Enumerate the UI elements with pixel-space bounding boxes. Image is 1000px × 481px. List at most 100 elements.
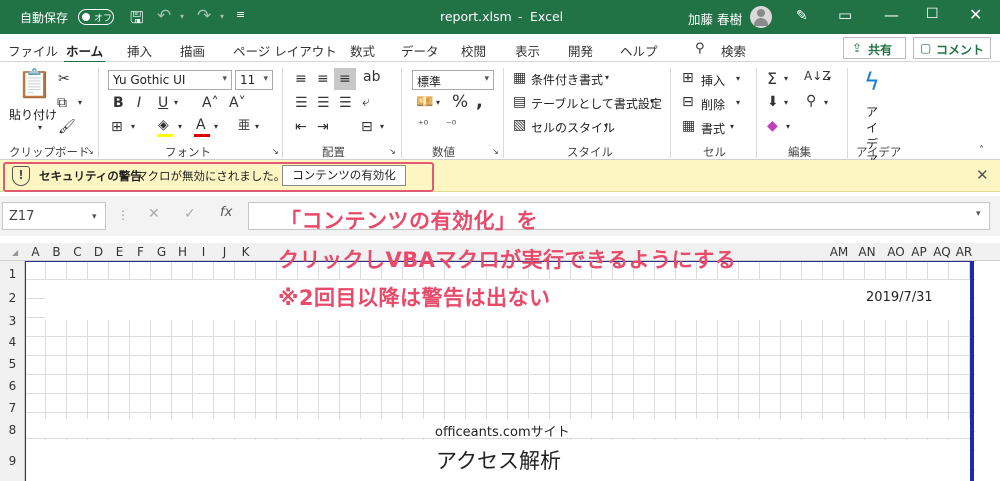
conditional-format-label[interactable]: 条件付き書式 (531, 71, 603, 88)
merge-dropdown-icon[interactable]: ▾ (380, 123, 384, 131)
row-header[interactable]: 9 (0, 454, 25, 468)
paste-dropdown-icon[interactable]: ▾ (38, 124, 42, 132)
merged-cell-row9[interactable]: アクセス解析 (26, 440, 970, 481)
autosave-toggle[interactable]: オフ (78, 9, 114, 25)
cancel-icon[interactable]: ✕ (148, 206, 160, 222)
row-header[interactable]: 2 (0, 291, 25, 305)
column-header[interactable]: AM (826, 245, 852, 259)
autosum-icon[interactable]: Σ (767, 71, 777, 87)
delete-cells-icon[interactable]: ⊟ (682, 95, 694, 109)
tab-review[interactable]: 校閲 (461, 41, 486, 60)
column-header[interactable]: A (25, 245, 46, 259)
conditional-dropdown-icon[interactable]: ▾ (605, 74, 609, 82)
align-bottom-button[interactable]: ≡ (334, 68, 356, 90)
font-name-combo[interactable]: Yu Gothic UI ▾ (108, 70, 232, 90)
clear-icon[interactable]: ◆ (767, 119, 778, 133)
column-header[interactable]: I (193, 245, 214, 259)
fill-color-icon[interactable]: ◈ (158, 118, 169, 132)
align-right-icon[interactable]: ☰ (339, 96, 352, 110)
column-header[interactable]: K (235, 245, 256, 259)
decrease-decimal-icon[interactable]: ⁻⁰ (446, 119, 456, 130)
tab-page-layout[interactable]: ページ レイアウト (233, 41, 337, 60)
italic-icon[interactable]: I (137, 96, 141, 110)
delete-cells-label[interactable]: 削除 (701, 96, 725, 113)
paste-icon[interactable]: 📋 (17, 70, 52, 98)
column-header[interactable]: AP (907, 245, 931, 259)
percent-icon[interactable]: % (452, 94, 468, 111)
increase-decimal-icon[interactable]: ⁺⁰ (418, 119, 428, 130)
maximize-icon[interactable]: ☐ (926, 6, 939, 22)
autosum-dropdown-icon[interactable]: ▾ (784, 75, 788, 83)
fill-dropdown-icon[interactable]: ▾ (784, 99, 788, 107)
undo-dropdown-icon[interactable]: ▾ (180, 12, 184, 21)
avatar[interactable] (750, 6, 772, 28)
orientation-icon[interactable]: ab (363, 70, 380, 84)
row-header[interactable]: 3 (0, 314, 25, 328)
select-all-icon[interactable]: ◢ (12, 248, 18, 257)
border-icon[interactable]: ⊞ (111, 120, 123, 134)
clear-dropdown-icon[interactable]: ▾ (786, 123, 790, 131)
currency-icon[interactable]: 💴 (416, 95, 433, 109)
increase-indent-icon[interactable]: ⇥ (317, 120, 329, 134)
decrease-font-icon[interactable]: A˅ (229, 96, 246, 110)
insert-dropdown-icon[interactable]: ▾ (736, 75, 740, 83)
tab-formulas[interactable]: 数式 (350, 41, 375, 60)
merged-cell-row8[interactable]: officeants.comサイト (26, 419, 970, 440)
comma-style-icon[interactable]: , (476, 93, 483, 111)
row-header[interactable]: 6 (0, 379, 25, 393)
tab-help[interactable]: ヘルプ (620, 41, 658, 60)
row-header[interactable]: 7 (0, 401, 25, 415)
format-as-table-icon[interactable]: ▤ (513, 95, 526, 109)
copy-dropdown-icon[interactable]: ▾ (78, 99, 82, 107)
align-top-icon[interactable]: ≡ (295, 72, 307, 86)
find-dropdown-icon[interactable]: ▾ (824, 99, 828, 107)
format-as-table-label[interactable]: テーブルとして書式設定 (531, 95, 662, 112)
font-launcher-icon[interactable]: ↘ (272, 148, 279, 156)
paste-label[interactable]: 貼り付け (9, 106, 57, 123)
border-dropdown-icon[interactable]: ▾ (131, 123, 135, 131)
insert-cells-icon[interactable]: ⊞ (682, 71, 694, 85)
find-select-icon[interactable]: ⚲ (806, 94, 816, 108)
customize-qat-icon[interactable]: ≡ (236, 8, 245, 21)
number-launcher-icon[interactable]: ↘ (492, 148, 499, 156)
column-header[interactable]: J (214, 245, 235, 259)
close-warning-icon[interactable]: ✕ (976, 166, 989, 184)
column-header[interactable]: H (172, 245, 193, 259)
align-center-icon[interactable]: ☰ (317, 96, 330, 110)
column-header[interactable]: B (46, 245, 67, 259)
close-window-icon[interactable]: ✕ (969, 5, 982, 24)
format-cells-label[interactable]: 書式 (701, 120, 725, 137)
phonetic-icon[interactable]: 亜 (238, 119, 250, 131)
ideas-lightning-icon[interactable]: ϟ (864, 70, 880, 94)
currency-dropdown-icon[interactable]: ▾ (436, 99, 440, 107)
column-header[interactable]: D (88, 245, 109, 259)
clipboard-launcher-icon[interactable]: ↘ (87, 148, 94, 156)
increase-font-icon[interactable]: A˄ (202, 96, 219, 110)
minimize-icon[interactable]: — (884, 6, 899, 24)
wrap-text-icon[interactable]: ⤶ (362, 95, 370, 109)
enable-content-button[interactable]: コンテンツの有効化 (282, 165, 406, 186)
row-header[interactable]: 4 (0, 335, 25, 349)
phonetic-dropdown-icon[interactable]: ▾ (255, 123, 259, 131)
conditional-format-icon[interactable]: ▦ (513, 71, 526, 85)
sort-dropdown-icon[interactable]: ▾ (827, 75, 831, 83)
pen-icon[interactable]: ✎ (796, 8, 808, 24)
collapse-ribbon-icon[interactable]: ˄ (979, 146, 984, 156)
fill-icon[interactable]: ⬇ (767, 95, 779, 109)
align-middle-icon[interactable]: ≡ (317, 72, 329, 86)
tab-draw[interactable]: 描画 (180, 41, 205, 60)
tab-view[interactable]: 表示 (515, 41, 540, 60)
row-header[interactable]: 1 (0, 267, 25, 281)
search-icon[interactable]: ⚲ (695, 41, 705, 56)
row-header[interactable]: 5 (0, 357, 25, 371)
redo-dropdown-icon[interactable]: ▾ (220, 12, 224, 21)
underline-dropdown-icon[interactable]: ▾ (174, 99, 178, 107)
column-header[interactable]: F (130, 245, 151, 259)
font-size-combo[interactable]: 11 ▾ (235, 70, 273, 90)
decrease-indent-icon[interactable]: ⇤ (295, 120, 307, 134)
table-dropdown-icon[interactable]: ▾ (650, 98, 654, 106)
share-button[interactable]: ⇪ 共有 (843, 37, 906, 59)
delete-dropdown-icon[interactable]: ▾ (736, 99, 740, 107)
cell-styles-dropdown-icon[interactable]: ▾ (604, 122, 608, 130)
merge-center-icon[interactable]: ⊟ (361, 120, 373, 134)
